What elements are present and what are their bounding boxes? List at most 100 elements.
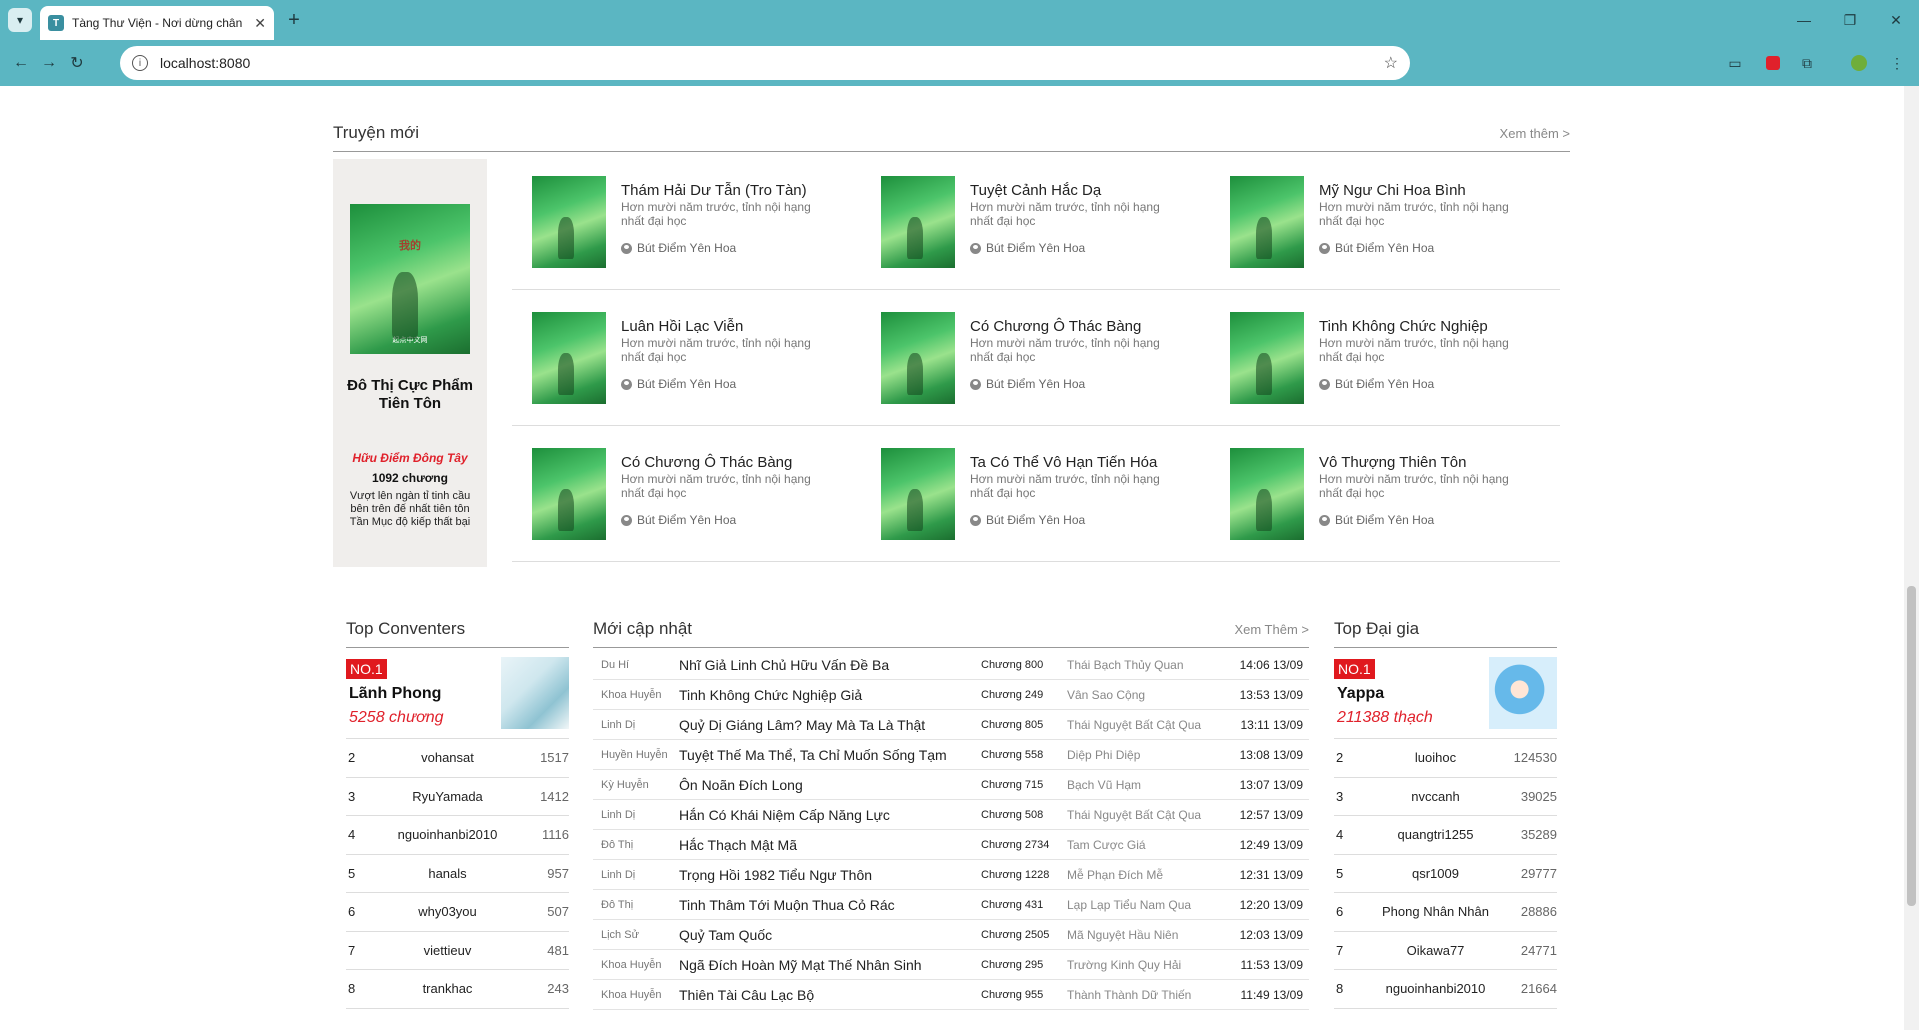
book-cover[interactable] — [1230, 312, 1304, 404]
update-chapter[interactable]: Chương 558 — [981, 749, 1067, 761]
close-window-button[interactable]: ✕ — [1873, 0, 1919, 40]
book-cover[interactable] — [532, 176, 606, 268]
rank-user[interactable]: RyuYamada — [376, 789, 519, 804]
tab-close-icon[interactable]: ✕ — [254, 15, 266, 32]
book-author[interactable]: Bút Điểm Yên Hoa — [1319, 377, 1434, 391]
new-tab-button[interactable]: + — [282, 8, 306, 32]
book-card[interactable]: Có Chương Ô Thác Bàng Hơn mười năm trước… — [881, 312, 1221, 406]
book-author[interactable]: Bút Điểm Yên Hoa — [1319, 241, 1434, 255]
book-title[interactable]: Có Chương Ô Thác Bàng — [621, 454, 792, 471]
update-row[interactable]: Khoa Huyễn Thiên Tài Câu Lạc Bộ Chương 955… — [593, 980, 1309, 1010]
update-title[interactable]: Tinh Thâm Tới Muộn Thua Cỏ Rác — [679, 897, 981, 913]
rank-row[interactable]: 8 nguoinhanbi2010 21664 — [1334, 970, 1557, 1009]
reload-button[interactable]: ↻ — [64, 50, 90, 76]
update-chapter[interactable]: Chương 715 — [981, 779, 1067, 791]
book-title[interactable]: Vô Thượng Thiên Tôn — [1319, 454, 1466, 471]
book-cover[interactable] — [881, 176, 955, 268]
update-title[interactable]: Tinh Không Chức Nghiệp Giả — [679, 687, 981, 703]
book-author[interactable]: Bút Điểm Yên Hoa — [1319, 513, 1434, 527]
update-author[interactable]: Mễ Phạn Đích Mễ — [1067, 868, 1225, 882]
update-title[interactable]: Trọng Hồi 1982 Tiểu Ngư Thôn — [679, 867, 981, 883]
update-author[interactable]: Diệp Phi Diệp — [1067, 748, 1225, 762]
update-title[interactable]: Ôn Noãn Đích Long — [679, 777, 981, 793]
address-bar[interactable]: i localhost:8080 ☆ — [120, 46, 1410, 80]
featured-book-cover[interactable]: 我的 起点中文网 — [350, 204, 470, 354]
rank-user[interactable]: hanals — [376, 866, 519, 881]
update-chapter[interactable]: Chương 800 — [981, 659, 1067, 671]
top-converter-name[interactable]: Lãnh Phong — [349, 685, 441, 703]
recent-updates-more-link[interactable]: Xem Thêm > — [1234, 622, 1309, 647]
rank-row[interactable]: 6 why03you 507 — [346, 893, 569, 932]
book-title[interactable]: Ta Có Thể Vô Hạn Tiến Hóa — [970, 454, 1157, 471]
update-genre[interactable]: Đô Thị — [593, 839, 679, 851]
book-author[interactable]: Bút Điểm Yên Hoa — [970, 377, 1085, 391]
book-card[interactable]: Thám Hải Dư Tẫn (Tro Tàn) Hơn mười năm t… — [532, 176, 872, 270]
book-author[interactable]: Bút Điểm Yên Hoa — [621, 513, 736, 527]
update-author[interactable]: Tam Cược Giá — [1067, 838, 1225, 852]
rank-user[interactable]: nvccanh — [1364, 789, 1507, 804]
cast-icon[interactable]: ▭ — [1724, 52, 1746, 74]
rank-user[interactable]: trankhac — [376, 981, 519, 996]
rank-row[interactable]: 5 hanals 957 — [346, 855, 569, 893]
book-cover[interactable] — [881, 312, 955, 404]
book-cover[interactable] — [532, 448, 606, 540]
top-rich-first[interactable]: NO.1 Yappa 211388 thạch — [1334, 649, 1557, 739]
book-card[interactable]: Mỹ Ngư Chi Hoa Bình Hơn mười năm trước, … — [1230, 176, 1570, 270]
update-row[interactable]: Linh Dị Trọng Hồi 1982 Tiểu Ngư Thôn Chươn… — [593, 860, 1309, 890]
update-author[interactable]: Thái Nguyệt Bất Cật Qua — [1067, 718, 1225, 732]
rank-user[interactable]: Phong Nhân Nhân — [1364, 904, 1507, 919]
rank-user[interactable]: qsr1009 — [1364, 866, 1507, 881]
update-title[interactable]: Quỷ Dị Giáng Lâm? May Mà Ta Là Thật — [679, 717, 981, 733]
book-author[interactable]: Bút Điểm Yên Hoa — [970, 241, 1085, 255]
update-author[interactable]: Vân Sao Cộng — [1067, 688, 1225, 702]
update-chapter[interactable]: Chương 955 — [981, 989, 1067, 1001]
page-scrollbar[interactable] — [1904, 86, 1919, 1030]
book-title[interactable]: Luân Hồi Lạc Viễn — [621, 318, 743, 335]
book-title[interactable]: Có Chương Ô Thác Bàng — [970, 318, 1141, 335]
site-info-icon[interactable]: i — [132, 55, 148, 71]
book-cover[interactable] — [1230, 176, 1304, 268]
update-row[interactable]: Kỳ Huyễn Ôn Noãn Đích Long Chương 715 Bạch … — [593, 770, 1309, 800]
book-card[interactable]: Vô Thượng Thiên Tôn Hơn mười năm trước, … — [1230, 448, 1570, 542]
book-author[interactable]: Bút Điểm Yên Hoa — [970, 513, 1085, 527]
book-card[interactable]: Ta Có Thể Vô Hạn Tiến Hóa Hơn mười năm t… — [881, 448, 1221, 542]
extension-icon[interactable] — [1762, 52, 1784, 74]
book-title[interactable]: Tinh Không Chức Nghiệp — [1319, 318, 1488, 335]
rank-row[interactable]: 4 quangtri1255 35289 — [1334, 816, 1557, 855]
rank-user[interactable]: viettieuv — [376, 943, 519, 958]
update-genre[interactable]: Linh Dị — [593, 719, 679, 731]
book-card[interactable]: Tinh Không Chức Nghiệp Hơn mười năm trướ… — [1230, 312, 1570, 406]
update-row[interactable]: Linh Dị Hắn Có Khái Niệm Cấp Năng Lực Chươ… — [593, 800, 1309, 830]
rank-user[interactable]: vohansat — [376, 750, 519, 765]
update-chapter[interactable]: Chương 1228 — [981, 869, 1067, 881]
update-chapter[interactable]: Chương 431 — [981, 899, 1067, 911]
top-rich-name[interactable]: Yappa — [1337, 685, 1384, 703]
update-title[interactable]: Hắc Thạch Mật Mã — [679, 837, 981, 853]
rank-user[interactable]: nguoinhanbi2010 — [376, 827, 519, 842]
rank-user[interactable]: Oikawa77 — [1364, 943, 1507, 958]
restore-button[interactable]: ❐ — [1827, 0, 1873, 40]
update-chapter[interactable]: Chương 2734 — [981, 839, 1067, 851]
avatar[interactable] — [501, 657, 569, 729]
minimize-button[interactable]: — — [1781, 0, 1827, 40]
book-title[interactable]: Thám Hải Dư Tẫn (Tro Tàn) — [621, 182, 807, 199]
update-row[interactable]: Huyền Huyễn Tuyệt Thế Ma Thể, Ta Chỉ Muốn… — [593, 740, 1309, 770]
rank-user[interactable]: why03you — [376, 904, 519, 919]
book-author[interactable]: Bút Điểm Yên Hoa — [621, 377, 736, 391]
update-row[interactable]: Đô Thị Hắc Thạch Mật Mã Chương 2734 Tam Cượ… — [593, 830, 1309, 860]
rank-row[interactable]: 5 qsr1009 29777 — [1334, 855, 1557, 893]
extensions-puzzle-icon[interactable]: ⧉ — [1796, 52, 1818, 74]
featured-book-author[interactable]: Hữu Điểm Đông Tây — [339, 451, 481, 465]
update-genre[interactable]: Linh Dị — [593, 809, 679, 821]
update-chapter[interactable]: Chương 805 — [981, 719, 1067, 731]
update-author[interactable]: Thái Nguyệt Bất Cật Qua — [1067, 808, 1225, 822]
book-cover[interactable] — [881, 448, 955, 540]
url-text[interactable]: localhost:8080 — [160, 55, 1384, 71]
update-author[interactable]: Trường Kinh Quy Hải — [1067, 958, 1225, 972]
update-chapter[interactable]: Chương 249 — [981, 689, 1067, 701]
update-genre[interactable]: Linh Dị — [593, 869, 679, 881]
update-genre[interactable]: Khoa Huyễn — [593, 989, 679, 1001]
update-row[interactable]: Linh Dị Quỷ Dị Giáng Lâm? May Mà Ta Là Th… — [593, 710, 1309, 740]
update-chapter[interactable]: Chương 295 — [981, 959, 1067, 971]
rank-row[interactable]: 7 Oikawa77 24771 — [1334, 932, 1557, 970]
